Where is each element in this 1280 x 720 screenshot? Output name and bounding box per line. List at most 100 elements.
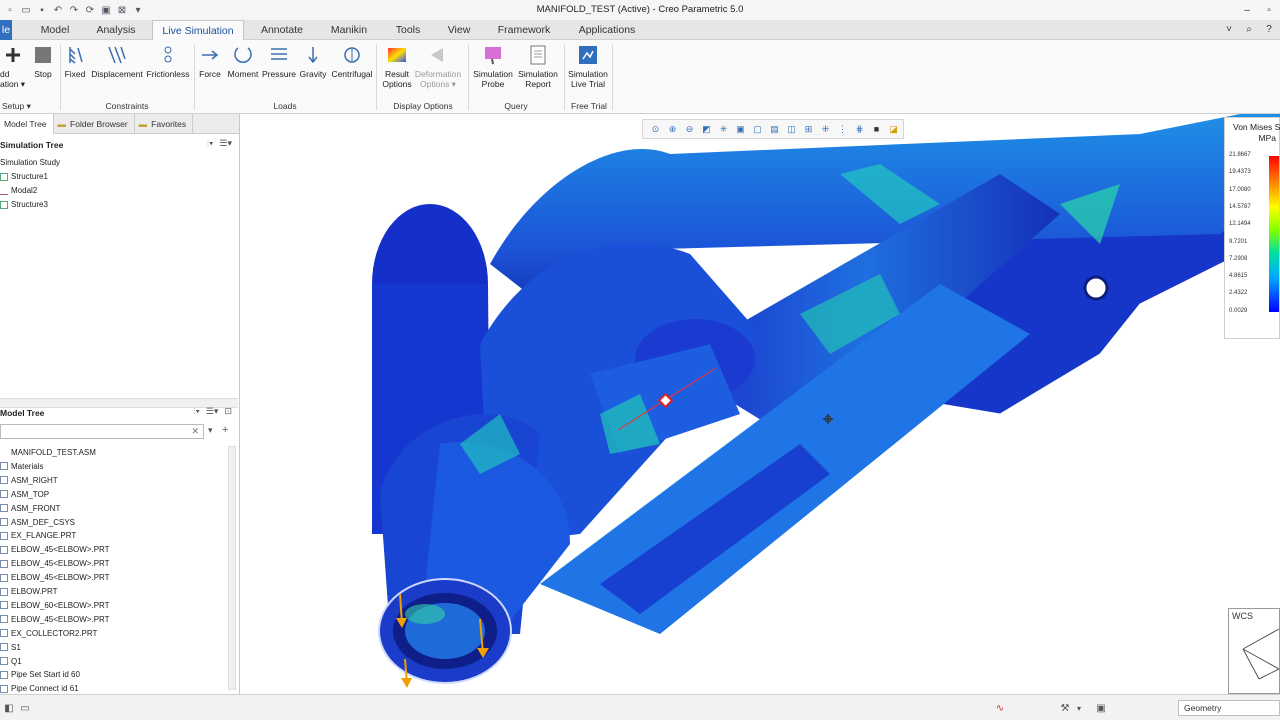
section-icon[interactable]: ⊞ [801,122,816,136]
model-tree-item[interactable]: Materials [0,460,43,473]
force-button[interactable]: Force [196,44,224,79]
regeneration-status-icon[interactable]: ∿ [993,701,1007,715]
stop-animation-icon[interactable]: ■ [869,122,884,136]
tab-manikin[interactable]: Manikin [326,20,372,40]
frictionless-button[interactable]: Frictionless [146,44,190,79]
model-tree-item[interactable]: EX_FLANGE.PRT [0,529,76,542]
planes-display-icon[interactable]: ⋕ [852,122,867,136]
simulation-live-trial-button[interactable]: Simulation Live Trial [566,44,610,89]
regenerate-icon[interactable]: ⟳ [84,4,96,16]
tab-live-simulation[interactable]: Live Simulation [152,20,244,41]
fixed-button[interactable]: Fixed [62,44,88,79]
gravity-button[interactable]: Gravity [298,44,328,79]
close-window-icon[interactable]: ⊠ [116,4,128,16]
model-tree-item[interactable]: ASM_FRONT [0,502,60,515]
saved-orientations-icon[interactable]: ▢ [750,122,765,136]
model-tree-scrollbar[interactable] [228,446,236,690]
tab-view[interactable]: View [444,20,474,40]
windows-icon[interactable]: ▣ [100,4,112,16]
zoom-in-icon[interactable]: ⊕ [665,122,680,136]
tree-settings-icon[interactable]: ⫶▾ [193,406,200,417]
model-tree-item[interactable]: ELBOW.PRT [0,585,58,598]
model-tree-item[interactable]: EX_COLLECTOR2.PRT [0,627,97,640]
model-tree-item[interactable]: ASM_TOP [0,488,49,501]
save-icon[interactable]: ▪ [36,4,48,16]
simulation-report-button[interactable]: Simulation Report [516,44,560,89]
model-tree-item[interactable]: ELBOW_45<ELBOW>.PRT [0,543,110,556]
show-icon[interactable]: ☰▾ [206,406,219,417]
view-manager-icon[interactable]: ▤ [767,122,782,136]
centrifugal-button[interactable]: Centrifugal [330,44,374,79]
repaint-icon[interactable]: ◩ [699,122,714,136]
select-box-icon[interactable]: ▣ [1094,701,1108,715]
model-tree-item[interactable]: Q1 [0,655,22,668]
chevron-down-icon[interactable]: ▾ [1072,701,1086,715]
model-tree-item[interactable]: ELBOW_45<ELBOW>.PRT [0,571,110,584]
deformation-options-button[interactable]: Deformation Options ▾ [414,44,462,89]
model-tree-item[interactable]: ASM_DEF_CSYS [0,516,75,529]
tree-filter-icon[interactable]: ⊡ [224,406,232,417]
model-tree-item[interactable]: MANIFOLD_TEST.ASM [0,446,96,459]
tab-model[interactable]: Model [36,20,74,40]
ribbon-tabs: le Model Analysis Live Simulation Annota… [0,20,1280,41]
part-icon [0,587,8,596]
tab-tools[interactable]: Tools [390,20,426,40]
moment-button[interactable]: Moment [226,44,260,79]
customize-qat-icon[interactable]: ▾ [132,4,144,16]
selection-tool-icon[interactable]: ⚒ [1058,701,1072,715]
datum-display-icon[interactable]: ⁜ [818,122,833,136]
tab-applications[interactable]: Applications [574,20,640,40]
tab-folder-browser[interactable]: ▬ Folder Browser [54,113,135,134]
refit-icon[interactable]: ⊙ [648,122,663,136]
sim-tree-item[interactable]: Modal2 [0,184,37,197]
result-options-button[interactable]: Result Options [378,44,416,89]
simulation-display-icon[interactable]: ◪ [886,122,901,136]
pressure-button[interactable]: Pressure [262,44,296,79]
minimize-icon[interactable]: – [1236,0,1258,20]
model-tree-item[interactable]: ELBOW_60<ELBOW>.PRT [0,599,110,612]
search-icon[interactable]: ⌕ [1242,22,1256,36]
add-simulation-button[interactable]: dd ation ▾ [0,44,26,89]
redo-icon[interactable]: ↷ [68,4,80,16]
maximize-icon[interactable]: ▫ [1258,0,1280,20]
displacement-button[interactable]: Displacement [90,44,144,79]
model-tree-item[interactable]: S1 [0,641,21,654]
group-setup[interactable]: Setup ▾ [2,101,31,112]
chevron-down-icon[interactable]: ˅ [1222,22,1236,36]
selection-filter-select[interactable]: Geometry [1178,700,1280,716]
display-style-icon[interactable]: ▣ [733,122,748,136]
tab-framework[interactable]: Framework [494,20,554,40]
tab-file[interactable]: le [0,20,12,40]
toggle-navigator-icon[interactable]: ◧ [2,701,16,715]
zoom-out-icon[interactable]: ⊖ [682,122,697,136]
stop-button[interactable]: Stop [30,44,56,79]
simulation-probe-button[interactable]: Simulation Probe [470,44,516,89]
manifold-model[interactable] [240,114,1280,694]
model-tree-search-input[interactable]: ✕ [0,424,204,439]
filter-dropdown-icon[interactable]: ▾ [208,425,213,436]
model-tree-item[interactable]: ELBOW_45<ELBOW>.PRT [0,557,110,570]
tab-analysis[interactable]: Analysis [94,20,138,40]
add-filter-icon[interactable]: + [222,424,228,436]
new-file-icon[interactable]: ▫ [4,4,16,16]
spin-center-icon[interactable]: ✳ [716,122,731,136]
graphics-window[interactable]: ⊙ ⊕ ⊖ ◩ ✳ ▣ ▢ ▤ ◫ ⊞ ⁜ ⋮ ⋕ ■ ◪ Von Mises … [240,114,1280,694]
perspective-icon[interactable]: ◫ [784,122,799,136]
help-icon[interactable]: ? [1262,22,1276,36]
model-tree-item[interactable]: ASM_RIGHT [0,474,58,487]
sim-tree-item[interactable]: Simulation Study [0,156,60,169]
model-tree-item[interactable]: ELBOW_45<ELBOW>.PRT [0,613,110,626]
tab-favorites[interactable]: ▬ Favorites [135,113,194,134]
sim-tree-item[interactable]: Structure3 [0,198,48,211]
tab-model-tree[interactable]: Model Tree [0,113,54,134]
show-icon[interactable]: ☰▾ [219,138,232,149]
tree-settings-icon[interactable]: ⫶▾ [207,138,214,149]
undo-icon[interactable]: ↶ [52,4,64,16]
open-folder-icon[interactable]: ▭ [20,4,32,16]
model-tree-item[interactable]: Pipe Set Start id 60 [0,668,80,681]
tab-annotate[interactable]: Annotate [256,20,308,40]
toggle-browser-icon[interactable]: ▭ [18,701,32,715]
sim-tree-item[interactable]: Structure1 [0,170,48,183]
annotation-display-icon[interactable]: ⋮ [835,122,850,136]
clear-icon[interactable]: ✕ [191,426,199,437]
